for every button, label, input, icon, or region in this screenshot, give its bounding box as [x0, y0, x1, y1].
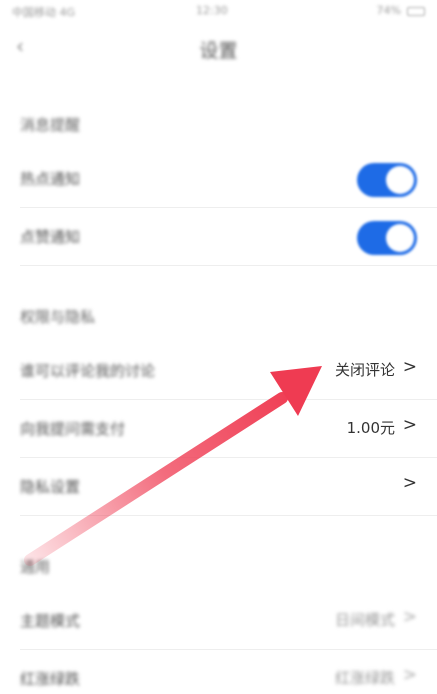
toggle-knob [386, 224, 414, 252]
setting-row-color-scheme[interactable]: 红涨绿跌 红涨绿跌 > [20, 650, 437, 694]
section-title-privacy: 权限与隐私 [20, 308, 96, 326]
battery-icon [407, 7, 425, 16]
status-bar: 中国移动 4G 12:30 74% [0, 0, 437, 24]
setting-value: 日间模式 [334, 611, 395, 629]
setting-row-like-notify[interactable]: 点赞通知 [20, 208, 437, 266]
setting-row-question-fee[interactable]: 向我提问需支付 1.00元 > [20, 400, 437, 458]
setting-label: 向我提问需支付 [20, 420, 126, 438]
setting-label: 谁可以评论我的讨论 [20, 362, 156, 380]
chevron-right-icon: > [402, 473, 417, 493]
page-title: 设置 [199, 40, 238, 62]
setting-label: 红涨绿跌 [20, 670, 81, 688]
carrier-text: 中国移动 4G [12, 6, 76, 19]
toggle-switch[interactable] [357, 221, 417, 255]
setting-value: 红涨绿跌 [334, 669, 395, 687]
status-time: 12:30 [196, 4, 228, 17]
nav-bar: ‹ 设置 [0, 28, 437, 68]
setting-row-hot-notify[interactable]: 热点通知 [20, 150, 437, 208]
setting-row-theme[interactable]: 主题模式 日间模式 > [20, 592, 437, 650]
setting-label: 主题模式 [20, 612, 81, 630]
setting-value: 关闭评论 [334, 361, 395, 379]
section-title-notifications: 消息提醒 [20, 116, 81, 134]
chevron-right-icon: > [402, 357, 417, 377]
toggle-knob [386, 166, 414, 194]
chevron-right-icon: > [402, 607, 417, 627]
section-title-general: 通用 [20, 558, 51, 576]
chevron-right-icon: > [402, 415, 417, 435]
setting-value: 1.00元 [346, 419, 395, 437]
chevron-right-icon: > [402, 665, 417, 685]
setting-label: 热点通知 [20, 170, 81, 188]
toggle-switch[interactable] [357, 163, 417, 197]
battery-percent: 74% [376, 4, 401, 17]
setting-label: 点赞通知 [20, 228, 81, 246]
setting-row-privacy-settings[interactable]: 隐私设置 > [20, 458, 437, 516]
setting-row-comment-permission[interactable]: 谁可以评论我的讨论 关闭评论 > [20, 342, 437, 400]
setting-label: 隐私设置 [20, 478, 81, 496]
